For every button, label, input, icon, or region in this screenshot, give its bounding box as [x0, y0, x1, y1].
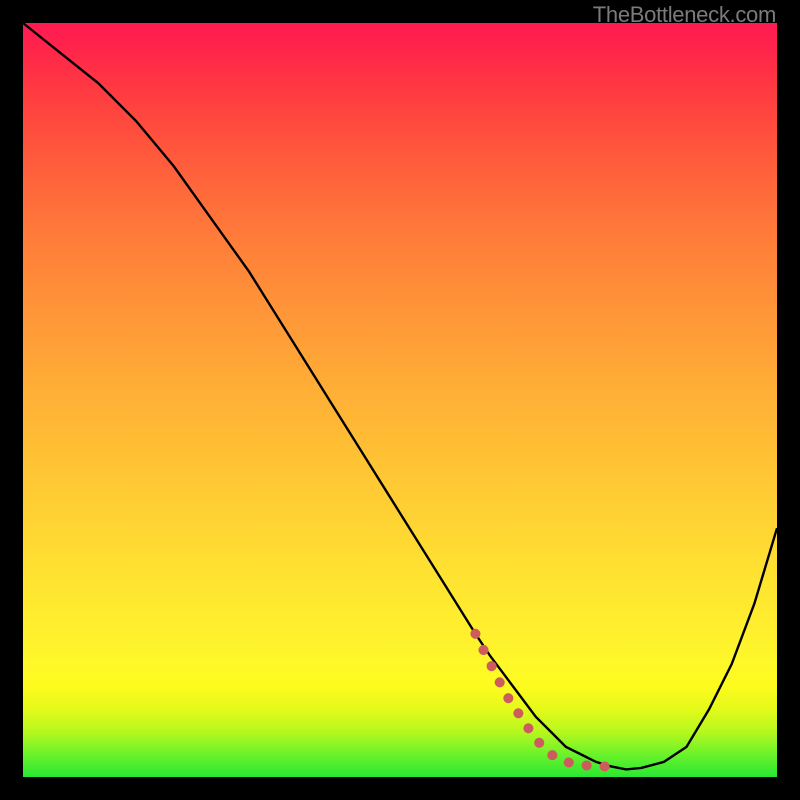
- chart-lines-layer: [23, 23, 777, 777]
- black-curve-line: [23, 23, 777, 769]
- red-dotted-segment-line: [475, 634, 611, 767]
- chart-outer-frame: TheBottleneck.com: [0, 0, 800, 800]
